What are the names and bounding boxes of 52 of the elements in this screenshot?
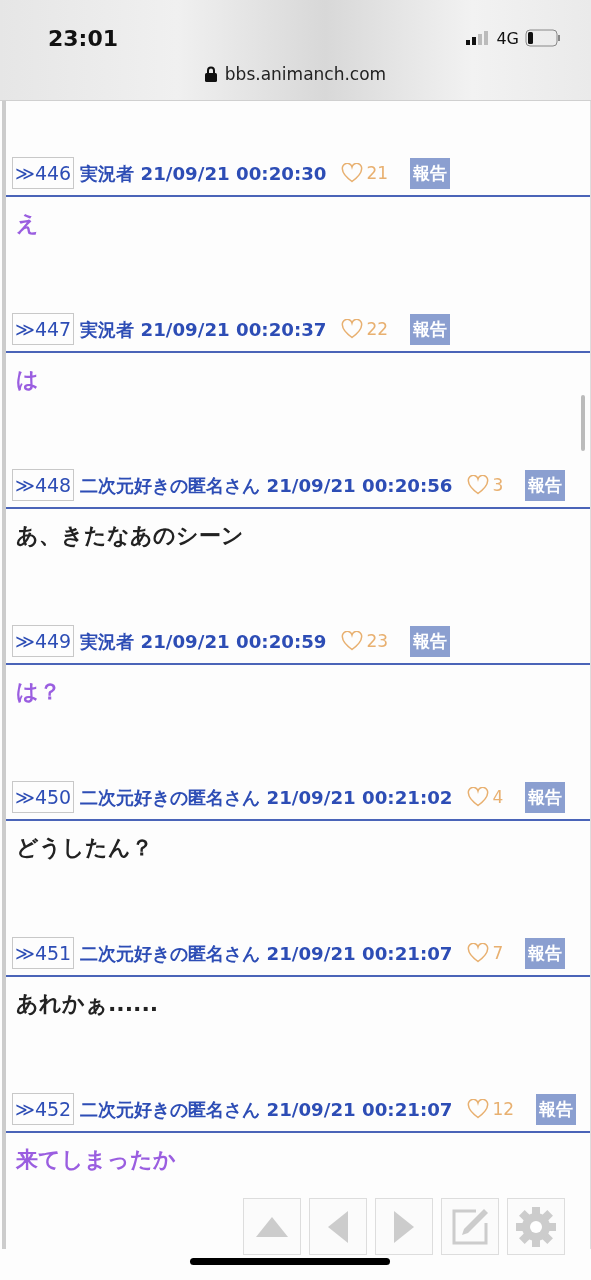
battery-icon (525, 29, 561, 47)
triangle-up-icon (255, 1215, 289, 1238)
post-author-date: 二次元好きの匿名さん 21/09/21 00:21:02 (80, 785, 453, 810)
post-author-date: 二次元好きの匿名さん 21/09/21 00:21:07 (80, 941, 453, 966)
triangle-left-icon (327, 1209, 349, 1244)
scroll-top-button[interactable] (243, 1198, 301, 1255)
heart-icon[interactable] (466, 943, 489, 963)
previous-button[interactable] (309, 1198, 367, 1255)
post-number-link[interactable]: ≫449 (12, 625, 75, 657)
like-count: 21 (366, 163, 389, 183)
post-body: あれかぁ...... (16, 991, 159, 1016)
heart-icon[interactable] (340, 631, 363, 651)
post-author-date: 二次元好きの匿名さん 21/09/21 00:21:07 (80, 1097, 453, 1122)
settings-button[interactable] (507, 1198, 565, 1255)
post-author-date: 実況者 21/09/21 00:20:30 (80, 161, 327, 186)
post-body: 来てしまったか (16, 1147, 176, 1172)
post-number-link[interactable]: ≫446 (12, 157, 75, 189)
post-number-link[interactable]: ≫448 (12, 469, 75, 501)
post-number-link[interactable]: ≫451 (12, 937, 75, 969)
settings-icon (515, 1205, 557, 1248)
post-author-date: 実況者 21/09/21 00:20:59 (80, 629, 327, 654)
like-count: 12 (492, 1099, 515, 1119)
post-body: どうしたん？ (16, 835, 153, 860)
heart-icon[interactable] (340, 163, 363, 183)
heart-icon[interactable] (466, 475, 489, 495)
scrollbar (581, 395, 585, 451)
post-body: あ、きたなあのシーン (16, 523, 244, 548)
post-author-date: 二次元好きの匿名さん 21/09/21 00:20:56 (80, 473, 453, 498)
next-button[interactable] (375, 1198, 433, 1255)
signal-icon (466, 31, 491, 45)
clock: 23:01 (48, 25, 120, 51)
edit-icon (450, 1206, 490, 1247)
address-bar-url[interactable]: bbs.animanch.com (224, 64, 387, 84)
heart-icon[interactable] (466, 787, 489, 807)
like-count: 3 (492, 475, 504, 495)
post-number-link[interactable]: ≫447 (12, 313, 75, 345)
edit-button[interactable] (441, 1198, 499, 1255)
heart-icon[interactable] (466, 1099, 489, 1119)
post-body: え (16, 211, 39, 236)
triangle-right-icon (393, 1209, 415, 1244)
post-number-link[interactable]: ≫452 (12, 1093, 75, 1125)
post-body: は？ (16, 679, 61, 704)
post-number-link[interactable]: ≫450 (12, 781, 75, 813)
network-type: 4G (496, 28, 519, 48)
post-body: は (16, 367, 39, 392)
like-count: 22 (366, 319, 389, 339)
like-count: 23 (366, 631, 389, 651)
like-count: 7 (492, 943, 504, 963)
lock-icon (204, 66, 217, 82)
like-count: 4 (492, 787, 504, 807)
heart-icon[interactable] (340, 319, 363, 339)
post-author-date: 実況者 21/09/21 00:20:37 (80, 317, 327, 342)
